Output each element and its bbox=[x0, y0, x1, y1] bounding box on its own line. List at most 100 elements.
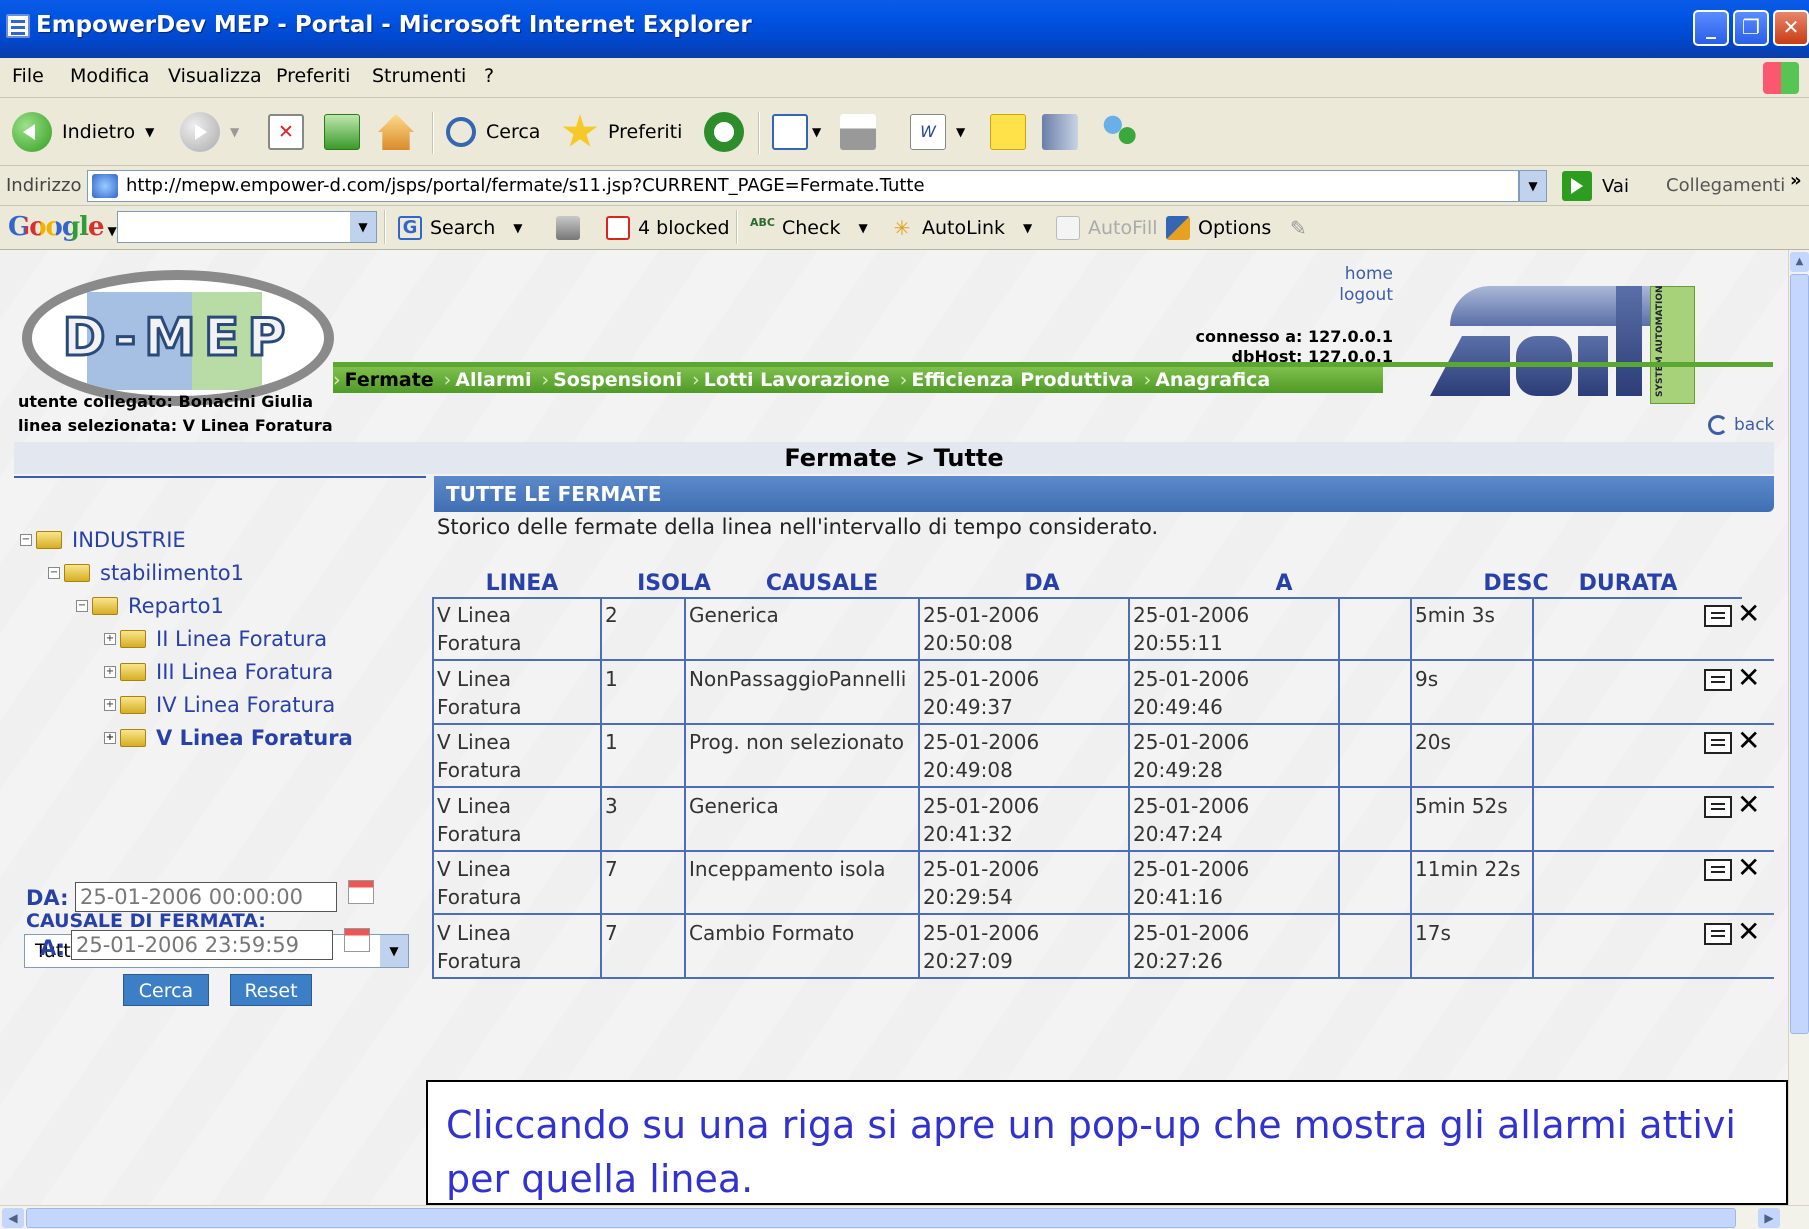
home-link[interactable]: home bbox=[1335, 264, 1393, 284]
google-search-input[interactable]: ▼ bbox=[117, 211, 377, 243]
delete-icon[interactable]: ✕ bbox=[1737, 597, 1767, 630]
mail-button[interactable]: ▼ bbox=[772, 110, 821, 154]
address-input[interactable]: http://mepw.empower-d.com/jsps/portal/fe… bbox=[87, 170, 1519, 202]
chevron-down-icon[interactable]: ▼ bbox=[350, 212, 376, 242]
autolink-button[interactable]: ✳ AutoLink ▼ bbox=[890, 216, 1033, 240]
address-dropdown-button[interactable]: ▼ bbox=[1519, 170, 1547, 202]
collapse-icon[interactable]: − bbox=[48, 567, 60, 579]
nav-fermate[interactable]: Fermate bbox=[333, 369, 434, 391]
menu-strumenti[interactable]: Strumenti bbox=[372, 65, 466, 87]
nav-anagrafica[interactable]: Anagrafica bbox=[1144, 369, 1270, 391]
calendar-icon[interactable] bbox=[344, 928, 370, 952]
tree-node-reparto1[interactable]: − Reparto1 bbox=[76, 594, 224, 618]
tree-node-iii-linea[interactable]: + III Linea Foratura bbox=[104, 660, 333, 684]
discuss-button[interactable] bbox=[990, 110, 1026, 154]
chevron-down-icon[interactable]: ▼ bbox=[380, 935, 408, 967]
reset-button[interactable]: Reset bbox=[230, 974, 312, 1006]
chevron-down-icon: ▼ bbox=[812, 125, 822, 139]
delete-icon[interactable]: ✕ bbox=[1737, 661, 1767, 694]
edit-icon[interactable] bbox=[1704, 605, 1732, 627]
search-button[interactable]: Cerca bbox=[446, 110, 540, 154]
expand-icon[interactable]: + bbox=[104, 699, 116, 711]
edit-icon[interactable] bbox=[1704, 859, 1732, 881]
popup-blocked-icon bbox=[606, 216, 630, 240]
edit-icon[interactable] bbox=[1704, 732, 1732, 754]
back-link[interactable]: back bbox=[1708, 415, 1774, 435]
edit-icon[interactable] bbox=[1704, 922, 1732, 945]
col-da: DA bbox=[1024, 571, 1060, 596]
nav-sospensioni[interactable]: Sospensioni bbox=[542, 369, 682, 391]
delete-icon[interactable]: ✕ bbox=[1737, 724, 1767, 757]
edit-button[interactable]: W ▼ bbox=[910, 110, 965, 154]
cell-isola: 1 bbox=[600, 724, 684, 788]
table-row[interactable]: V Linea Foratura 3 Generica 25-01-2006 20:4… bbox=[432, 787, 1774, 852]
menu-preferiti[interactable]: Preferiti bbox=[276, 65, 350, 87]
google-logo[interactable]: Google ▼ bbox=[8, 212, 117, 242]
refresh-button[interactable] bbox=[324, 110, 360, 154]
menu-visualizza[interactable]: Visualizza bbox=[168, 65, 262, 87]
table-row[interactable]: V Linea Foratura 1 NonPassaggioPannelli 25-… bbox=[432, 660, 1774, 725]
table-row[interactable]: V Linea Foratura 2 Generica 25-01-2006 20:5… bbox=[432, 597, 1774, 661]
scroll-right-icon[interactable]: ▶ bbox=[1758, 1208, 1780, 1228]
google-search-button[interactable]: G Search ▼ bbox=[398, 216, 523, 240]
menu-help[interactable]: ? bbox=[484, 65, 494, 87]
forward-button[interactable]: ▼ bbox=[180, 110, 239, 154]
logout-link[interactable]: logout bbox=[1315, 285, 1393, 305]
calendar-icon[interactable] bbox=[348, 880, 374, 904]
scroll-left-icon[interactable]: ◀ bbox=[2, 1208, 24, 1228]
research-button[interactable] bbox=[1042, 110, 1078, 154]
nav-efficienza-produttiva[interactable]: Efficienza Produttiva bbox=[900, 369, 1133, 391]
close-button[interactable]: ✕ bbox=[1773, 10, 1809, 46]
links-button[interactable]: Collegamenti bbox=[1666, 175, 1785, 196]
scroll-up-icon[interactable]: ▲ bbox=[1790, 252, 1809, 272]
a-input[interactable]: 25-01-2006 23:59:59 bbox=[71, 930, 333, 960]
table-row[interactable]: V Linea Foratura 1 Prog. non selezionato 25… bbox=[432, 724, 1774, 788]
menu-file[interactable]: File bbox=[12, 65, 44, 87]
back-button[interactable]: Indietro ▼ bbox=[12, 110, 154, 154]
da-input[interactable]: 25-01-2006 00:00:00 bbox=[75, 882, 337, 912]
popup-blocker-button[interactable]: 4 blocked bbox=[606, 216, 730, 240]
tree-node-iv-linea[interactable]: + IV Linea Foratura bbox=[104, 693, 335, 717]
tree-node-ii-linea[interactable]: + II Linea Foratura bbox=[104, 627, 327, 651]
toolbar-overflow-chevron[interactable]: » bbox=[1790, 170, 1802, 191]
highlighter-button[interactable]: ✎ bbox=[1290, 216, 1322, 240]
spellcheck-button[interactable]: ABC Check ▼ bbox=[750, 216, 868, 240]
delete-icon[interactable]: ✕ bbox=[1737, 915, 1767, 948]
go-button[interactable]: Vai bbox=[1562, 171, 1629, 201]
scroll-thumb[interactable] bbox=[26, 1208, 1736, 1228]
vertical-scrollbar[interactable]: ▲ bbox=[1788, 250, 1809, 1205]
tree-node-industrie[interactable]: − INDUSTRIE bbox=[20, 528, 186, 552]
expand-icon[interactable]: + bbox=[104, 666, 116, 678]
minimize-button[interactable]: _ bbox=[1693, 10, 1729, 46]
favorites-button[interactable]: Preferiti bbox=[562, 110, 682, 154]
home-button[interactable] bbox=[378, 110, 414, 154]
collapse-icon[interactable]: − bbox=[76, 600, 88, 612]
edit-icon[interactable] bbox=[1704, 668, 1732, 691]
history-button[interactable] bbox=[704, 110, 744, 154]
menu-modifica[interactable]: Modifica bbox=[70, 65, 149, 87]
edit-icon[interactable] bbox=[1704, 795, 1732, 818]
table-row[interactable]: V Linea Foratura 7 Cambio Formato 25-01-200… bbox=[432, 914, 1774, 979]
messenger-button[interactable] bbox=[1102, 110, 1138, 154]
expand-icon[interactable]: + bbox=[104, 732, 116, 744]
autofill-button[interactable]: AutoFill bbox=[1056, 216, 1158, 240]
cell-da: 25-01-2006 20:49:08 bbox=[918, 724, 1128, 788]
horizontal-scrollbar[interactable]: ◀ ▶ bbox=[0, 1205, 1809, 1229]
nav-lotti-lavorazione[interactable]: Lotti Lavorazione bbox=[692, 369, 890, 391]
nav-allarmi[interactable]: Allarmi bbox=[444, 369, 531, 391]
collapse-icon[interactable]: − bbox=[20, 534, 32, 546]
expand-icon[interactable]: + bbox=[104, 633, 116, 645]
cell-desc bbox=[1338, 724, 1410, 788]
cerca-button[interactable]: Cerca bbox=[123, 974, 209, 1006]
delete-icon[interactable]: ✕ bbox=[1737, 851, 1767, 884]
table-row[interactable]: V Linea Foratura 7 Inceppamento isola 25-01… bbox=[432, 851, 1774, 915]
scroll-thumb[interactable] bbox=[1790, 274, 1809, 1034]
print-button[interactable] bbox=[840, 110, 876, 154]
tree-node-v-linea[interactable]: + V Linea Foratura bbox=[104, 726, 353, 750]
maximize-button[interactable]: ❐ bbox=[1733, 10, 1769, 46]
options-button[interactable]: Options bbox=[1166, 216, 1271, 240]
delete-icon[interactable]: ✕ bbox=[1737, 788, 1767, 821]
tree-node-stabilimento1[interactable]: − stabilimento1 bbox=[48, 561, 244, 585]
pagerank-button[interactable] bbox=[556, 216, 588, 240]
stop-button[interactable]: ✕ bbox=[268, 110, 304, 154]
